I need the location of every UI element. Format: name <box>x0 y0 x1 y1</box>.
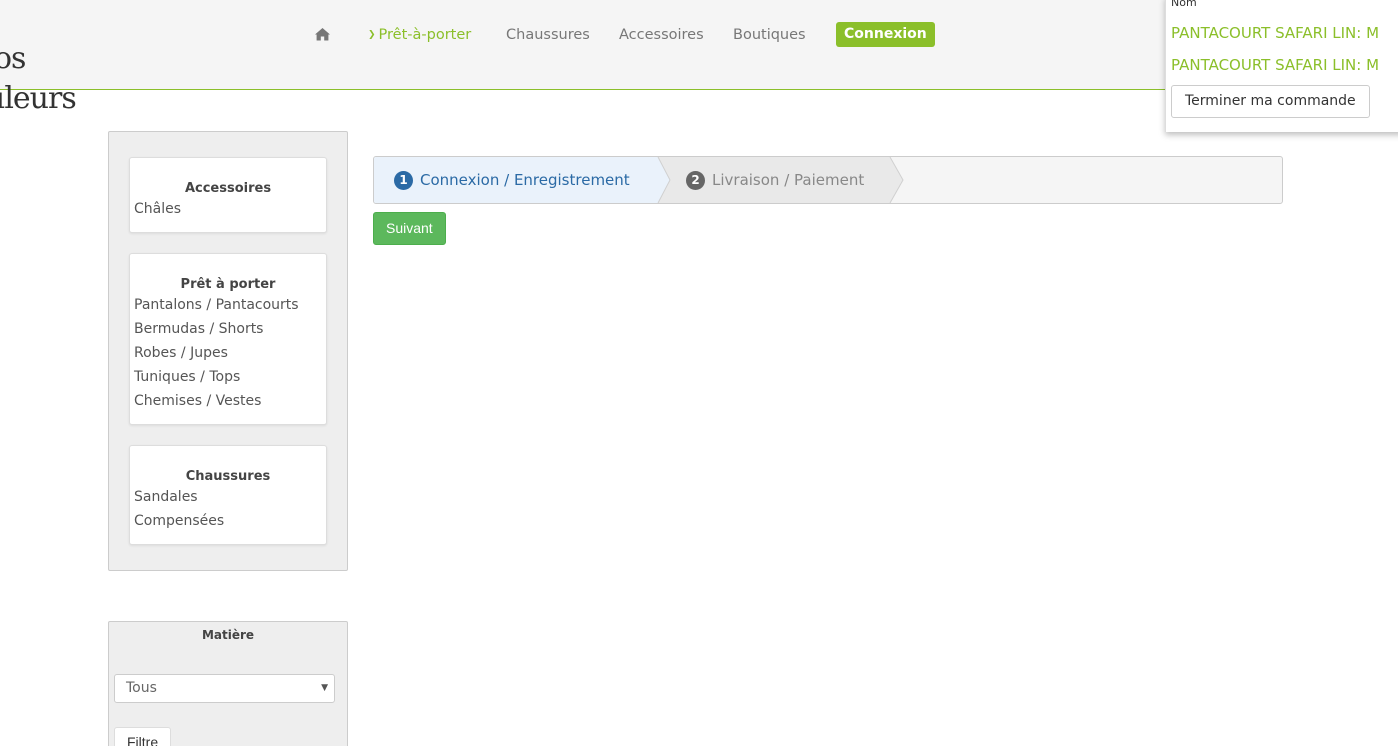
filter-title: Matière <box>201 628 255 642</box>
step-arrows <box>657 157 904 203</box>
nav-boutiques[interactable]: Boutiques <box>733 22 806 48</box>
nav-pret-label: Prêt-à-porter <box>378 27 472 43</box>
nav-chaussures[interactable]: Chaussures <box>506 22 590 48</box>
filter-button[interactable]: Filtre <box>114 727 172 746</box>
step-2-arrow <box>890 157 903 203</box>
nav-pret-a-porter[interactable]: ❯ Prêt-à-porter <box>368 22 471 48</box>
cart-item[interactable]: PANTACOURT SAFARI LIN: M <box>1171 24 1379 42</box>
cart-item[interactable]: PANTACOURT SAFARI LIN: M <box>1171 56 1379 74</box>
cart-dropdown: Nom PANTACOURT SAFARI LIN: M PANTACOURT … <box>1165 0 1398 132</box>
material-filter-panel: Matière Tous ▼ Filtre <box>108 621 348 746</box>
checkout-steps: 2 Livraison / Paiement 1 Connexion / Enreg… <box>373 156 1283 204</box>
logo-line-1: os <box>0 41 26 76</box>
chevron-down-icon: ❯ <box>368 30 376 40</box>
category-link-bermudas[interactable]: Bermudas / Shorts <box>130 319 326 343</box>
category-box-chaussures: Chaussures Sandales Compensées <box>129 445 327 545</box>
category-link-tuniques[interactable]: Tuniques / Tops <box>130 367 326 391</box>
category-link-sandales[interactable]: Sandales <box>130 487 326 511</box>
category-sidebar: Accessoires Châles Prêt à porter Pantalo… <box>108 131 348 571</box>
next-button[interactable]: Suivant <box>373 212 446 245</box>
home-icon <box>315 28 330 41</box>
material-select-value: Tous <box>126 680 157 696</box>
category-title: Prêt à porter <box>180 277 276 292</box>
cart-column-header: Nom <box>1171 0 1197 9</box>
logo-line-2: uleurs <box>0 81 77 116</box>
material-select[interactable]: Tous ▼ <box>114 674 335 703</box>
category-link-robes[interactable]: Robes / Jupes <box>130 343 326 367</box>
category-link-chemises[interactable]: Chemises / Vestes <box>130 391 326 415</box>
category-box-accessoires: Accessoires Châles <box>129 157 327 233</box>
step-1-arrow <box>658 157 670 203</box>
category-link-chales[interactable]: Châles <box>130 199 326 223</box>
category-title: Chaussures <box>185 469 271 484</box>
caret-down-icon: ▼ <box>321 683 328 693</box>
nav-connexion-button[interactable]: Connexion <box>836 22 935 47</box>
nav-home-link[interactable] <box>314 22 332 48</box>
category-title: Accessoires <box>184 181 272 196</box>
nav-accessoires[interactable]: Accessoires <box>619 22 704 48</box>
category-link-compensees[interactable]: Compensées <box>130 511 326 535</box>
category-link-pantalons[interactable]: Pantalons / Pantacourts <box>130 295 326 319</box>
category-box-pret-a-porter: Prêt à porter Pantalons / Pantacourts Be… <box>129 253 327 425</box>
checkout-button[interactable]: Terminer ma commande <box>1171 85 1370 118</box>
